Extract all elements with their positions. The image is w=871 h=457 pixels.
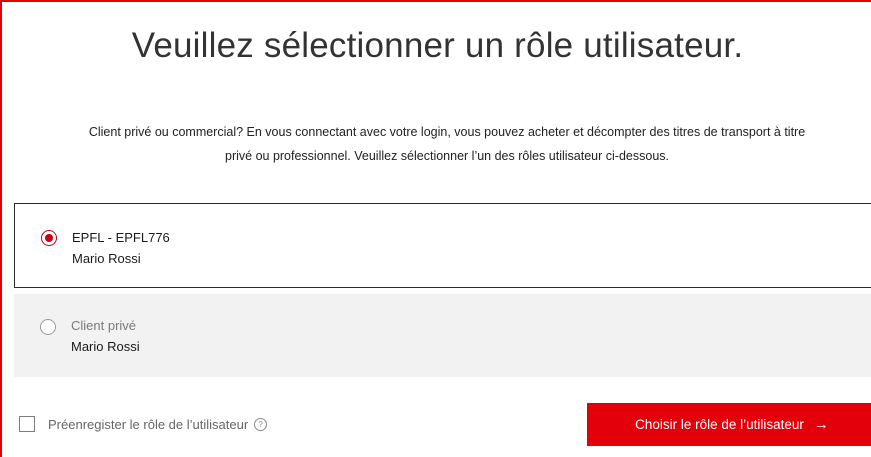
intro-line-2: privé ou professionnel. Veuillez sélecti… bbox=[225, 149, 669, 163]
radio-button[interactable] bbox=[40, 319, 56, 335]
role-option-client-prive[interactable]: Client privé Mario Rossi bbox=[14, 294, 871, 377]
role-option-epfl[interactable]: EPFL - EPFL776 Mario Rossi bbox=[14, 203, 871, 288]
arrow-right-icon: → bbox=[813, 416, 829, 433]
choose-role-button-label: Choisir le rôle de l’utilisateur bbox=[635, 417, 804, 432]
intro-line-1: Client privé ou commercial? En vous conn… bbox=[88, 125, 806, 139]
role-user-name: Mario Rossi bbox=[72, 251, 141, 266]
role-selection-panel: Veuillez sélectionner un rôle utilisateu… bbox=[0, 0, 871, 457]
preregister-role-option[interactable]: Préenregister le rôle de l’utilisateur ? bbox=[19, 415, 268, 433]
role-title: EPFL - EPFL776 bbox=[72, 230, 170, 245]
page-title: Veuillez sélectionner un rôle utilisateu… bbox=[131, 26, 744, 65]
radio-button-selected[interactable] bbox=[41, 230, 57, 246]
preregister-label: Préenregister le rôle de l’utilisateur bbox=[48, 416, 249, 432]
question-circle-icon[interactable]: ? bbox=[254, 417, 268, 431]
choose-role-button[interactable]: Choisir le rôle de l’utilisateur → bbox=[587, 403, 871, 446]
role-user-name: Mario Rossi bbox=[71, 339, 140, 354]
role-title: Client privé bbox=[71, 318, 137, 333]
intro-text: Client privé ou commercial? En vous conn… bbox=[12, 120, 871, 168]
preregister-checkbox[interactable] bbox=[19, 416, 35, 432]
